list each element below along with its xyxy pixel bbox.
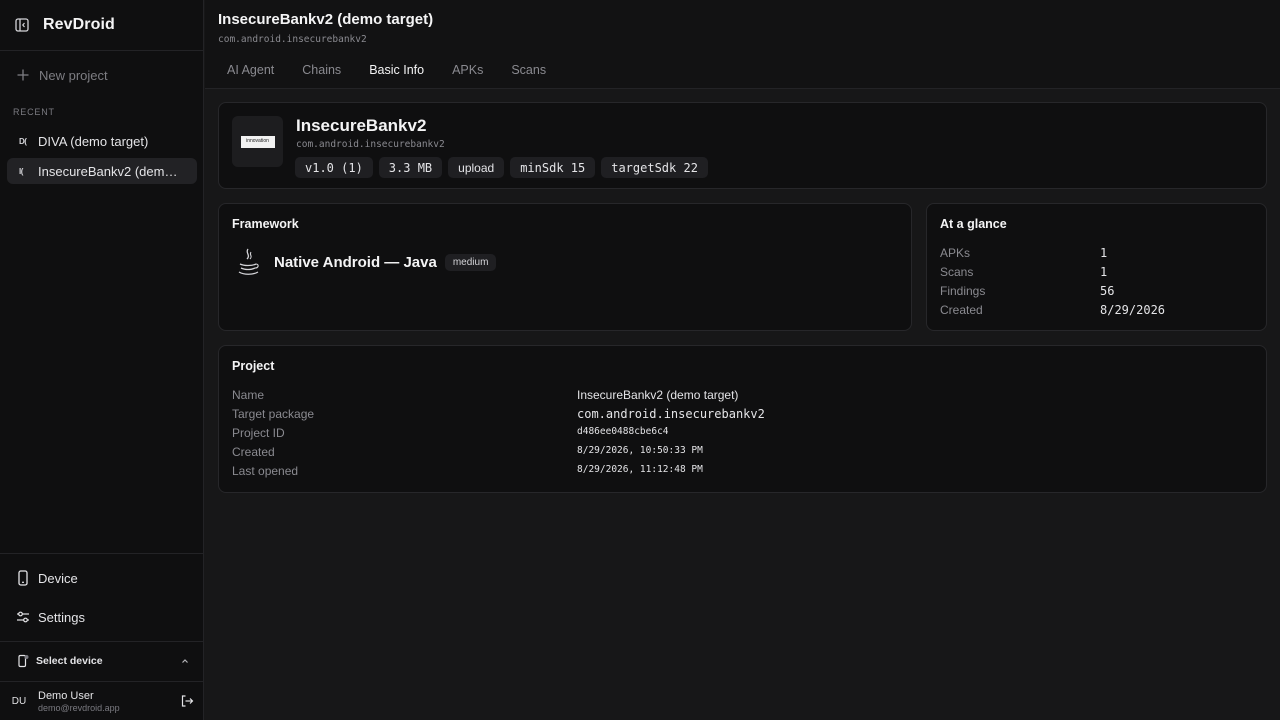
glance-value: 1 — [1100, 265, 1108, 279]
version-chip: v1.0 (1) — [295, 157, 373, 178]
project-name: InsecureBankv2 (demo target) — [38, 163, 184, 179]
confidence-badge: medium — [444, 253, 497, 271]
glance-value: 8/29/2026 — [1100, 303, 1166, 317]
tab-scans[interactable]: Scans — [502, 63, 546, 77]
project-id-value: d486ee0488cbe6c4 — [577, 426, 669, 437]
user-info: Demo User demo@revdroid.app — [38, 690, 120, 713]
divider — [0, 553, 204, 554]
project-value: InsecureBankv2 (demo target) — [577, 388, 739, 402]
at-a-glance-card: At a glance APKs 1 Scans 1 Findings 56 C… — [926, 203, 1267, 331]
plus-icon — [17, 69, 29, 81]
project-label: Target package — [232, 407, 315, 421]
glance-label: Scans — [940, 265, 974, 279]
project-abbr: D( — [19, 136, 27, 146]
min-sdk-chip: minSdk 15 — [510, 157, 596, 178]
tab-bar: AI Agent Chains Basic Info APKs Scans — [218, 63, 565, 77]
java-icon — [238, 248, 259, 275]
avatar: DU — [11, 695, 27, 707]
select-device-label: Select device — [36, 655, 103, 667]
divider — [0, 641, 204, 642]
sidebar-item-insecurebankv2[interactable]: I( InsecureBankv2 (demo target) — [7, 158, 197, 184]
new-project-label: New project — [39, 67, 108, 83]
glance-value: 1 — [1100, 246, 1108, 260]
page-header: InsecureBankv2 (demo target) com.android… — [205, 0, 1280, 89]
project-value: 8/29/2026, 10:50:33 PM — [577, 445, 703, 456]
app-logo: innovation — [240, 135, 275, 148]
framework-name: Native Android — Java — [274, 253, 437, 271]
device-status-icon — [18, 654, 29, 668]
divider — [0, 50, 204, 51]
user-menu[interactable]: DU Demo User demo@revdroid.app — [8, 687, 194, 715]
framework-title: Framework — [232, 217, 299, 231]
app-summary-card: innovation InsecureBankv2 com.android.in… — [218, 102, 1267, 189]
glance-value: 56 — [1100, 284, 1115, 298]
app-chips: v1.0 (1) 3.3 MB upload minSdk 15 targetS… — [295, 157, 714, 178]
target-sdk-chip: targetSdk 22 — [601, 157, 708, 178]
project-title: Project — [232, 359, 275, 373]
project-label: Name — [232, 388, 265, 402]
chevron-up-icon — [182, 659, 188, 663]
source-chip: upload — [448, 157, 505, 178]
brand-name: RevDroid — [43, 16, 115, 33]
glance-label: Created — [940, 303, 983, 317]
project-name: DIVA (demo target) — [38, 133, 149, 149]
glance-label: Findings — [940, 284, 986, 298]
sidebar: RevDroid New project RECENT D( DIVA (dem… — [0, 0, 204, 720]
glance-label: APKs — [940, 246, 971, 260]
project-label: Project ID — [232, 426, 285, 440]
settings-sliders-icon — [17, 611, 29, 623]
brand: RevDroid — [14, 14, 115, 36]
sidebar-toggle-icon[interactable] — [14, 17, 30, 33]
project-label: Last opened — [232, 464, 299, 478]
project-card: Project Name InsecureBankv2 (demo target… — [218, 345, 1267, 493]
tab-basic-info[interactable]: Basic Info — [360, 63, 424, 77]
project-abbr: I( — [19, 166, 23, 176]
recent-heading: RECENT — [13, 107, 55, 117]
tab-ai-agent[interactable]: AI Agent — [218, 63, 274, 77]
tab-apks[interactable]: APKs — [443, 63, 483, 77]
sidebar-item-diva[interactable]: D( DIVA (demo target) — [7, 128, 197, 154]
framework-card: Framework Native Android — Java medium — [218, 203, 912, 331]
project-label: Created — [232, 445, 275, 459]
settings-label: Settings — [38, 609, 85, 625]
select-device-dropdown[interactable]: Select device — [16, 652, 190, 670]
app-package: com.android.insecurebankv2 — [296, 139, 445, 150]
logout-icon[interactable] — [180, 694, 194, 708]
new-project-button[interactable]: New project — [16, 64, 108, 86]
tab-chains[interactable]: Chains — [293, 63, 341, 77]
settings-link[interactable]: Settings — [16, 606, 85, 628]
glance-title: At a glance — [940, 217, 1007, 231]
app-name: InsecureBankv2 — [296, 116, 427, 135]
user-email: demo@revdroid.app — [38, 702, 120, 713]
phone-icon — [18, 570, 28, 586]
device-link[interactable]: Device — [16, 567, 78, 589]
project-value: 8/29/2026, 11:12:48 PM — [577, 464, 703, 475]
device-label: Device — [38, 570, 78, 586]
page-subtitle: com.android.insecurebankv2 — [218, 34, 367, 45]
divider — [0, 681, 204, 682]
size-chip: 3.3 MB — [378, 157, 443, 178]
app-icon: innovation — [232, 116, 283, 167]
page-title: InsecureBankv2 (demo target) — [218, 11, 434, 28]
project-value: com.android.insecurebankv2 — [577, 407, 765, 421]
framework-row: Native Android — Java medium — [232, 246, 497, 278]
user-name: Demo User — [38, 689, 94, 702]
